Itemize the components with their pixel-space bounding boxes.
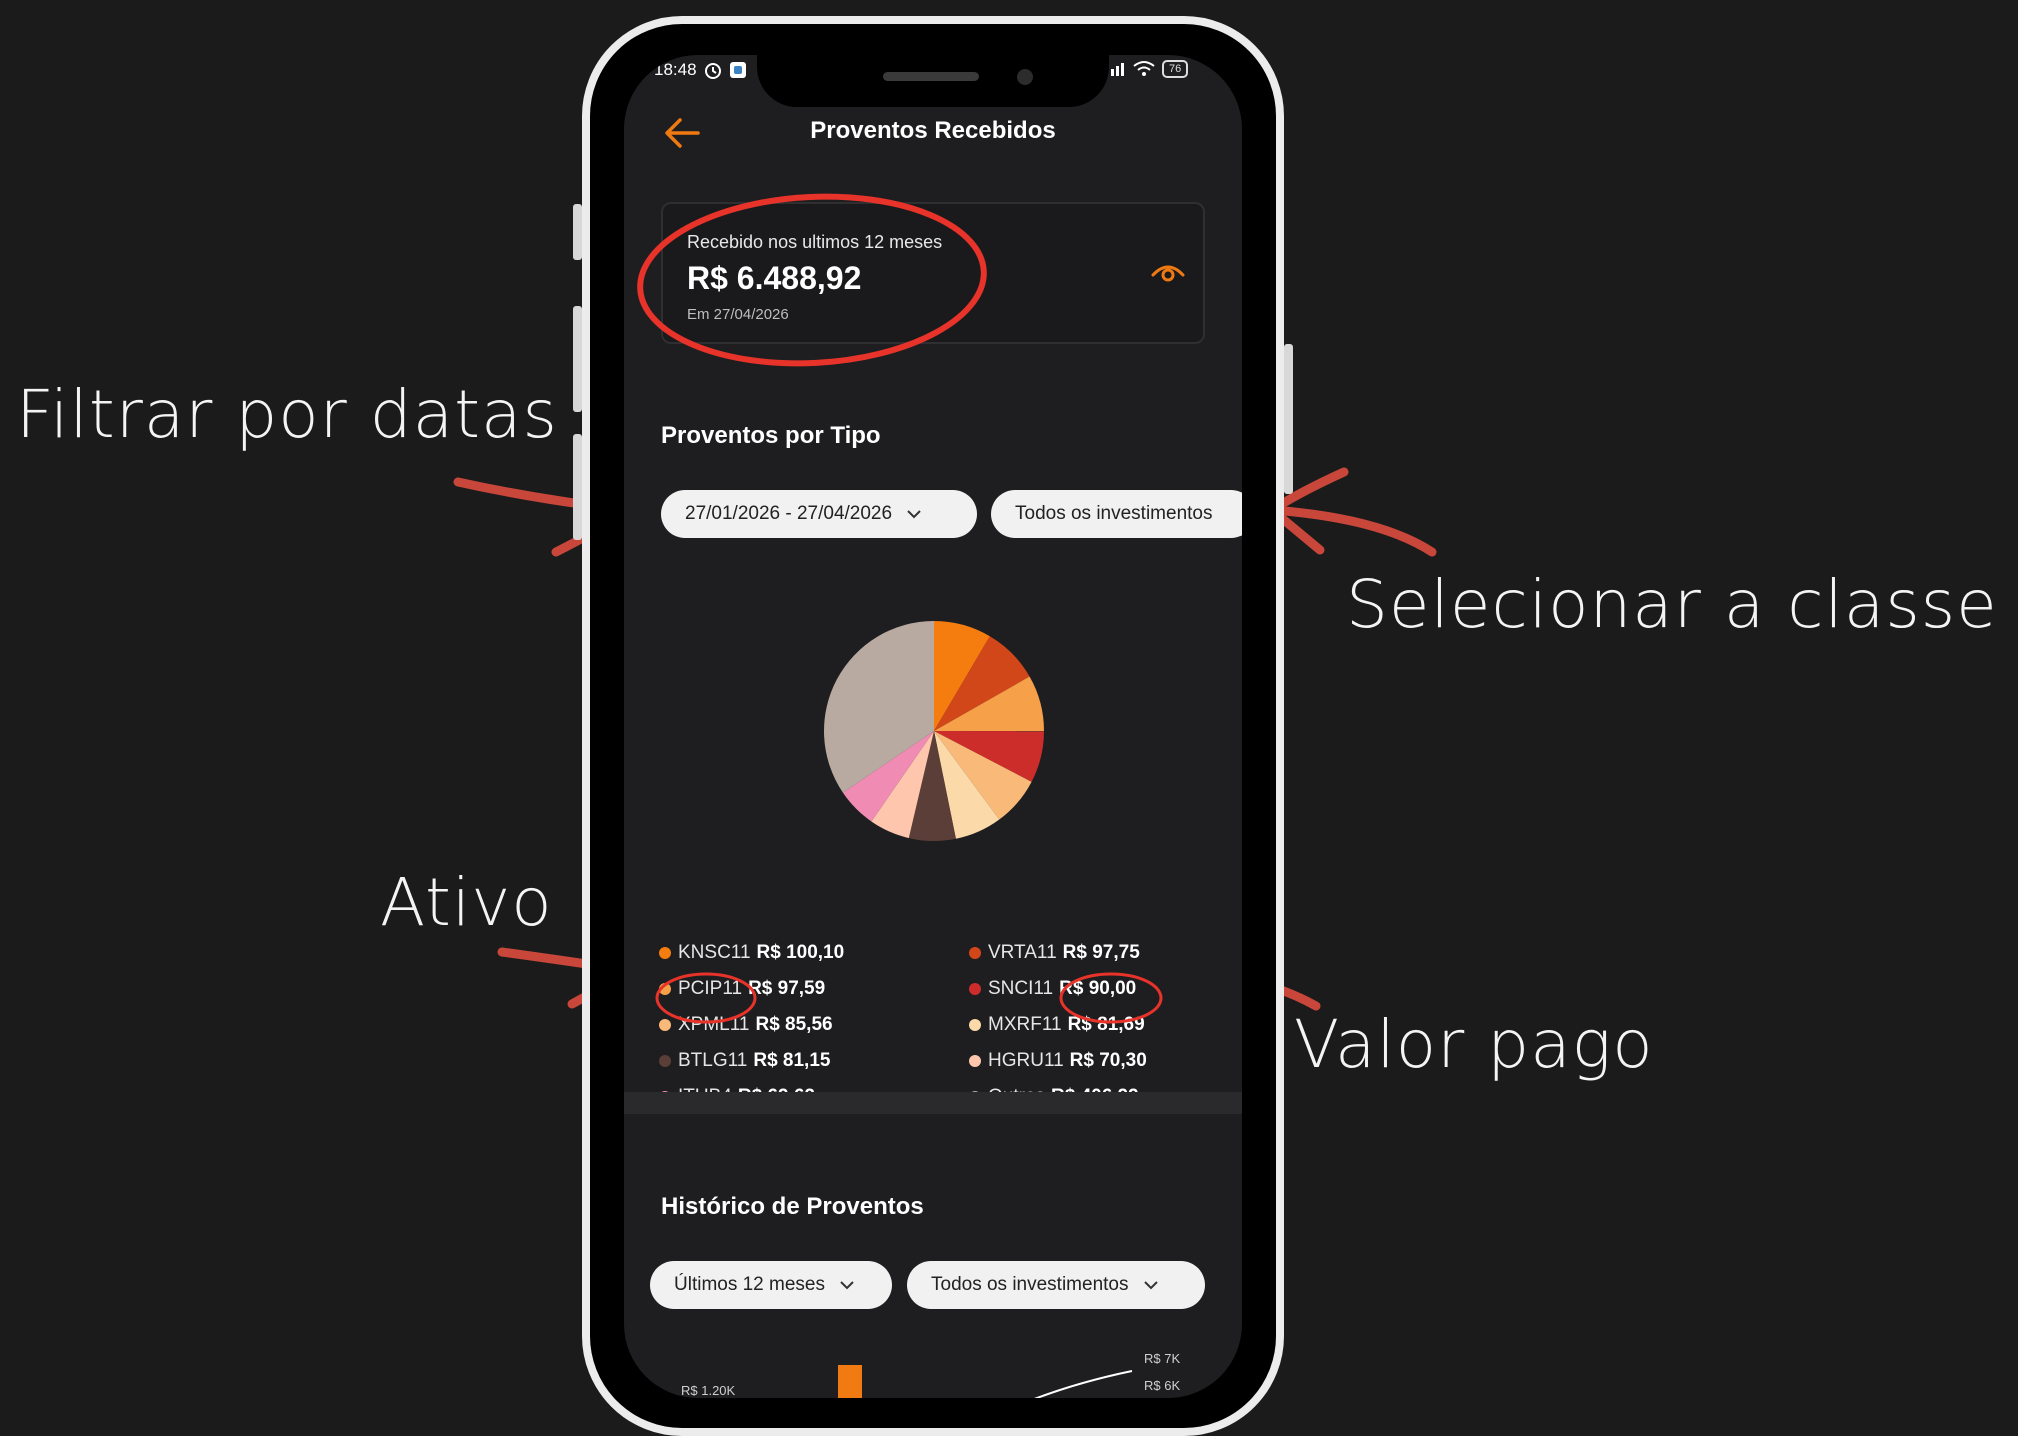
history-right-axis-label: R$ 6K [1144,1378,1181,1393]
legend-paid-value: R$ 97,75 [1062,942,1140,963]
wifi-icon [1133,61,1155,76]
legend-item-vrta11: VRTA11 R$ 97,75 [969,942,1140,964]
legend-dot [659,947,671,959]
legend-paid-value: R$ 70,30 [1069,1050,1147,1071]
alarm-icon [704,63,721,79]
legend-asset-name: BTLG11 [678,1050,748,1071]
date-range-label: 27/01/2026 - 27/04/2026 [685,503,893,524]
legend-dot [969,983,981,995]
section-divider [624,1092,1242,1114]
annotation-asset: Ativo [380,864,553,941]
chevron-down-icon [840,1281,854,1290]
legend-item-knsc11: KNSC11 R$ 100,10 [659,942,844,964]
battery-icon: 76 [1162,60,1189,78]
section-title-history: Histórico de Proventos [661,1193,924,1220]
page-title: Proventos Recebidos [810,117,1056,144]
front-camera [1017,69,1033,85]
legend-asset-name: VRTA11 [988,942,1057,963]
legend-asset-name: SNCI11 [988,978,1054,999]
legend-paid-value: R$ 81,15 [753,1050,831,1071]
legend-dot [969,947,981,959]
phone-side-button [573,306,582,412]
legend-dot [659,1055,671,1067]
status-bar-left: 18:48 [654,60,747,80]
chevron-down-icon [1143,1281,1158,1290]
app-screen: 18:48 76 Proventos Recebidos Recebido no… [624,55,1242,1398]
history-left-axis-label: R$ 1.20K [681,1383,736,1398]
legend-dot [969,1055,981,1067]
highlight-value-circle [1059,972,1163,1024]
annotation-paid-value: Valor pago [1294,1006,1654,1083]
class-filter[interactable]: Todos os investimentos [991,490,1242,538]
legend-paid-value: R$ 85,56 [755,1014,833,1035]
legend-item-btlg11: BTLG11 R$ 81,15 [659,1050,830,1072]
legend-asset-name: HGRU11 [988,1050,1064,1071]
phone-side-button [1284,344,1293,494]
history-class-filter[interactable]: Todos os investimentos [907,1261,1205,1309]
period-filter-label: Últimos 12 meses [674,1274,825,1295]
highlight-summary-circle [637,193,987,367]
legend-asset-name: MXRF11 [988,1014,1062,1035]
history-class-filter-label: Todos os investimentos [931,1274,1129,1295]
highlight-asset-circle [655,972,757,1024]
app-notification-icon [729,62,746,78]
history-right-axis-label: R$ 7K [1144,1351,1181,1366]
status-time: 18:48 [654,60,697,79]
speaker [883,72,979,81]
phone-side-button [573,204,582,260]
signal-icon [1111,63,1124,76]
legend-item-hgru11: HGRU11 R$ 70,30 [969,1050,1147,1072]
class-filter-label: Todos os investimentos [1015,503,1213,524]
status-bar-right: 76 [1110,60,1189,78]
notch [757,55,1109,107]
period-filter[interactable]: Últimos 12 meses [650,1261,892,1309]
legend-dot [969,1019,981,1031]
annotation-select-class: Selecionar a classe [1346,566,1998,643]
phone-side-button [573,434,582,540]
legend-paid-value: R$ 100,10 [756,942,845,963]
chevron-down-icon [907,510,921,519]
date-range-filter[interactable]: 27/01/2026 - 27/04/2026 [661,490,977,538]
eye-icon[interactable] [1149,258,1187,288]
history-bar [838,1365,862,1398]
history-line [1034,1370,1133,1398]
pie-chart [824,621,1044,841]
annotation-filter-dates: Filtrar por datas [16,376,558,453]
section-title-by-type: Proventos por Tipo [661,422,881,449]
legend-asset-name: KNSC11 [678,942,751,963]
